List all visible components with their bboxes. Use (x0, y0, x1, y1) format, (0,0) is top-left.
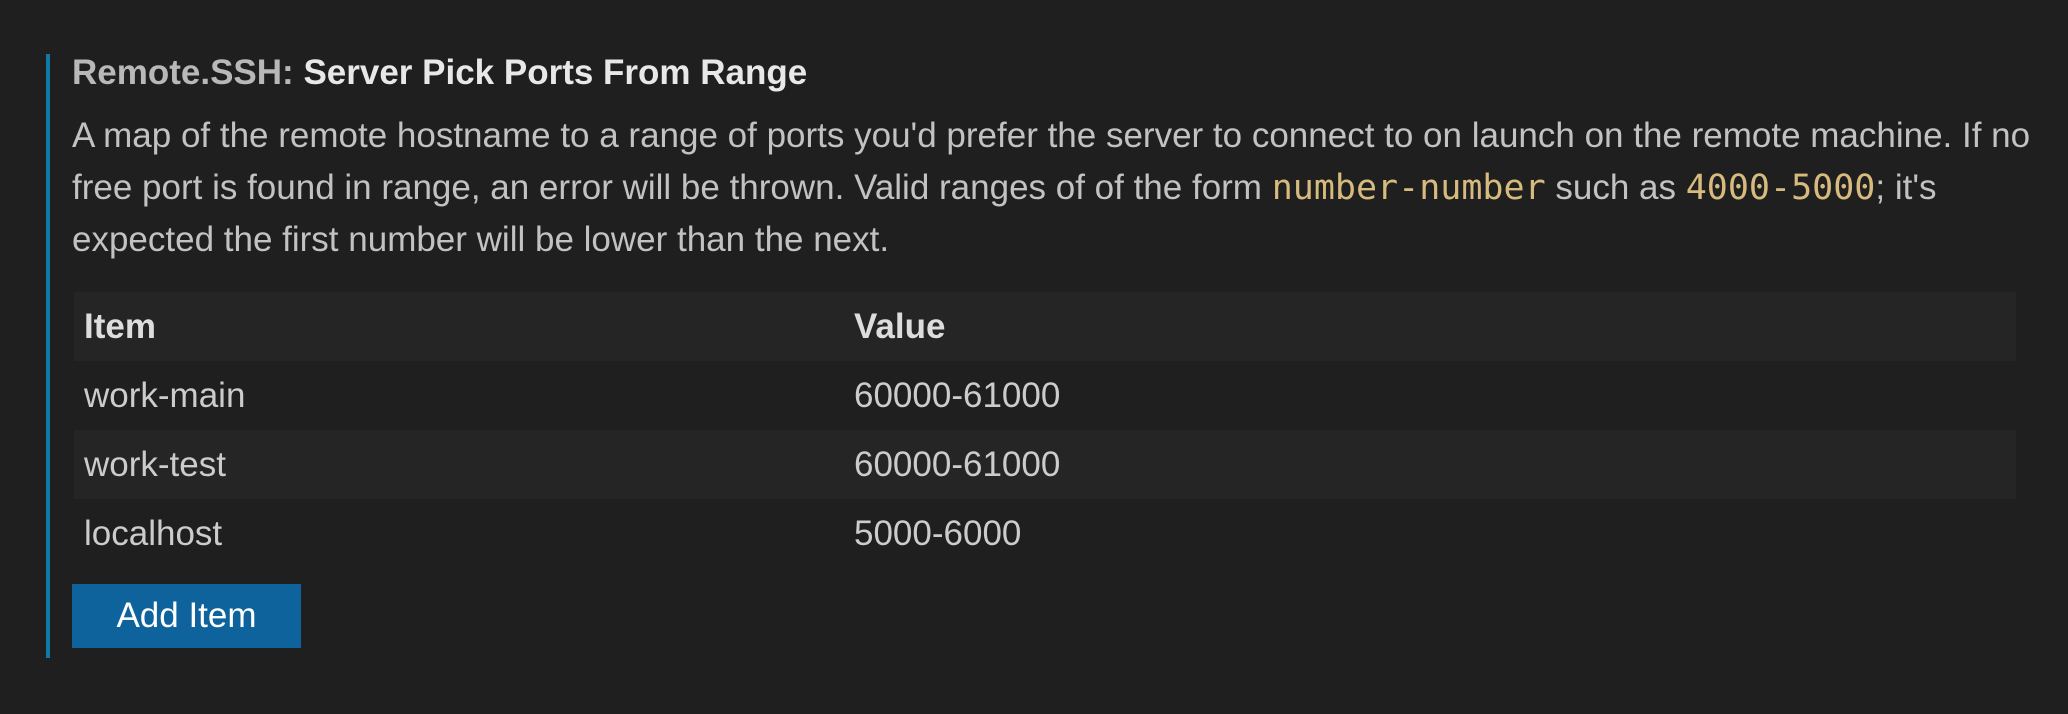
row-item-value: 60000-61000 (854, 445, 1061, 484)
row-item-key: localhost (84, 514, 223, 553)
description-text: such as (1545, 168, 1686, 207)
setting-title: Remote.SSH: Server Pick Ports From Range (72, 54, 2026, 102)
table-header-row: Item Value (74, 292, 2016, 361)
setting-item: Remote.SSH: Server Pick Ports From Range… (46, 54, 2030, 658)
row-item-key: work-test (84, 445, 226, 484)
table-row[interactable]: localhost 5000-6000 (74, 499, 2016, 568)
setting-label: Server Pick Ports From Range (303, 53, 808, 92)
table-row[interactable]: work-test 60000-61000 (74, 430, 2016, 499)
table-row[interactable]: work-main 60000-61000 (74, 361, 2016, 430)
setting-description: A map of the remote hostname to a range … (72, 110, 2032, 266)
setting-category: Remote.SSH: (72, 53, 304, 92)
description-code: 4000-5000 (1685, 168, 1876, 208)
description-code: number-number (1271, 168, 1546, 208)
setting-table: Item Value work-main 60000-61000 work-te… (74, 292, 2016, 568)
column-header-value: Value (854, 307, 946, 346)
row-item-value: 5000-6000 (854, 514, 1022, 553)
row-item-value: 60000-61000 (854, 376, 1061, 415)
add-item-button[interactable]: Add Item (72, 584, 301, 648)
row-item-key: work-main (84, 376, 246, 415)
column-header-item: Item (84, 307, 156, 346)
